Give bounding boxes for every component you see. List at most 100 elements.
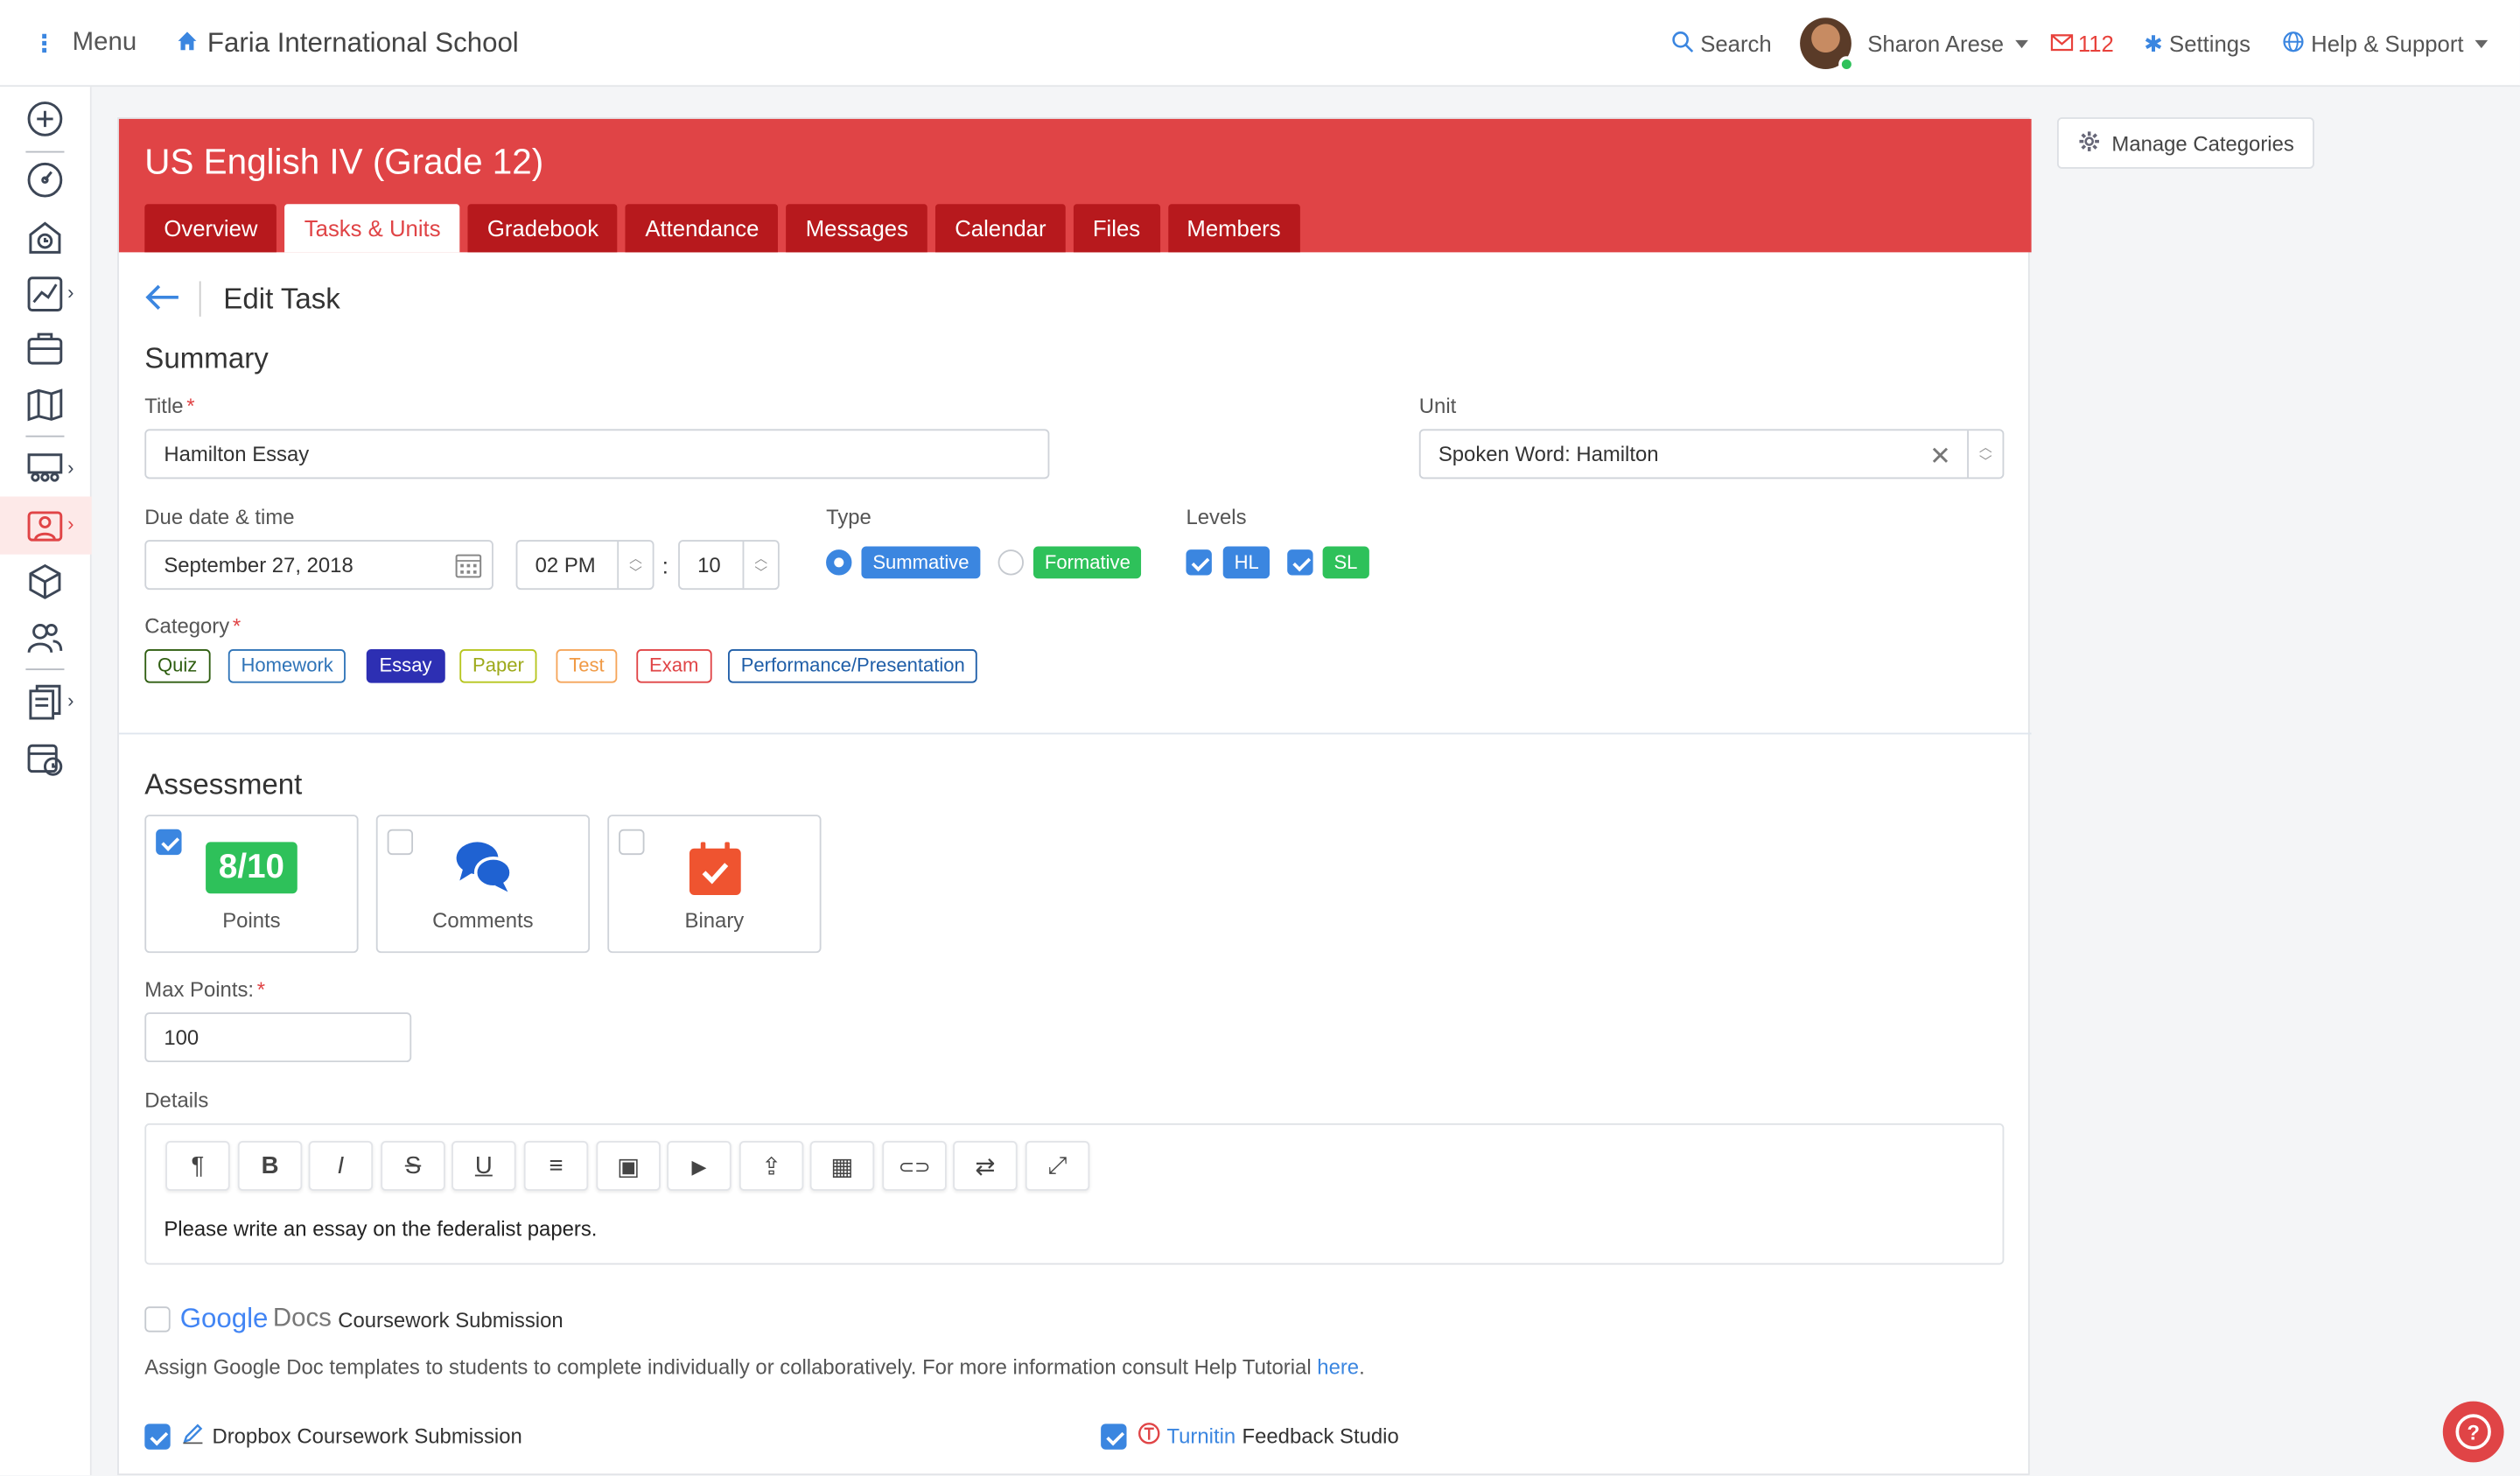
help-link[interactable]: here [1317,1354,1359,1379]
manage-categories-button[interactable]: Manage Categories [2056,117,2315,169]
back-arrow-icon[interactable] [144,280,179,318]
details-text[interactable]: Please write an essay on the federalist … [164,1216,597,1241]
points-checkbox[interactable] [156,829,182,856]
search-button[interactable]: Search [1671,0,1772,87]
course-title: US English IV (Grade 12) [144,141,544,182]
gear-icon [2078,129,2101,157]
binary-calendar-check-icon [688,842,742,905]
clear-icon[interactable]: ✕ [1929,440,1951,472]
dropbox-checkbox[interactable] [144,1423,171,1449]
level-sl-pill[interactable]: SL [1322,546,1369,579]
category-label: Category * [144,613,242,639]
table-icon[interactable]: ▦ [809,1141,875,1191]
bold-icon[interactable]: B [237,1141,303,1191]
unit-label: Unit [1418,393,1457,418]
box-icon[interactable] [25,563,64,601]
fullscreen-icon[interactable]: ⤢ [1025,1141,1090,1191]
classes-icon[interactable] [25,450,64,488]
dashboard-icon[interactable] [25,161,64,199]
turnitin-label: Feedback Studio [1242,1424,1399,1448]
tab-members[interactable]: Members [1167,204,1300,253]
video-icon[interactable]: ▶ [667,1141,732,1191]
level-hl-checkbox[interactable] [1186,549,1212,576]
level-hl-pill[interactable]: HL [1222,546,1270,579]
comments-checkbox[interactable] [387,829,414,856]
tab-tasks-units[interactable]: Tasks & Units [284,204,460,253]
image-icon[interactable]: ▣ [596,1141,661,1191]
category-quiz[interactable]: Quiz [144,649,211,683]
side-nav: › › › › [0,87,92,1476]
google-docs-checkbox[interactable] [144,1306,171,1333]
briefcase-icon[interactable] [25,330,64,368]
category-exam[interactable]: Exam [636,649,712,683]
paragraph-icon[interactable]: ¶ [165,1141,230,1191]
due-date-input[interactable]: September 27, 2018 [144,540,494,591]
teacher-icon[interactable] [25,507,64,545]
tab-attendance[interactable]: Attendance [626,204,779,253]
assessment-points-tile[interactable]: 8/10 Points [144,815,359,954]
tab-messages[interactable]: Messages [786,204,928,253]
link-icon[interactable]: ⊂⊃ [882,1141,947,1191]
help-support-menu[interactable]: Help & Support [2282,0,2488,87]
reports-icon[interactable] [25,683,64,722]
select-arrows-icon[interactable]: ︿ ﹀ [1967,430,2002,478]
hour-stepper[interactable]: 02 PM ︿ ﹀ [515,540,654,591]
category-essay[interactable]: Essay [366,649,445,683]
comments-icon [455,839,513,902]
unit-select[interactable]: Spoken Word: Hamilton ✕ ︿ ﹀ [1418,429,2005,479]
chevron-right-icon[interactable]: › [67,457,74,479]
type-formative-radio[interactable] [998,549,1024,576]
level-sl-checkbox[interactable] [1287,549,1313,576]
binary-checkbox[interactable] [619,829,645,856]
details-label: Details [144,1088,209,1112]
strikethrough-icon[interactable]: S [381,1141,445,1191]
title-input[interactable]: Hamilton Essay [144,429,1050,479]
calendar-icon[interactable] [25,739,64,778]
assessment-comments-tile[interactable]: Comments [375,815,591,954]
turnitin-link[interactable]: Turnitin [1166,1424,1236,1448]
people-icon[interactable] [25,619,64,657]
help-floating-button[interactable]: ? [2442,1401,2504,1463]
school-link[interactable]: Faria International School [177,0,519,87]
type-summative-pill[interactable]: Summative [861,546,981,579]
category-performance-presentation[interactable]: Performance/Presentation [728,649,978,683]
messages-button[interactable]: 112 [2050,0,2114,87]
tab-overview[interactable]: Overview [144,204,277,253]
points-badge: 8/10 [206,842,298,894]
user-menu[interactable]: Sharon Arese [1800,0,2028,87]
category-homework[interactable]: Homework [228,649,346,683]
tab-calendar[interactable]: Calendar [935,204,1066,253]
stepper-arrows-icon[interactable]: ︿ ﹀ [617,541,652,589]
chevron-right-icon[interactable]: › [67,513,74,535]
chevron-right-icon[interactable]: › [67,281,74,304]
upload-icon[interactable]: ⇪ [738,1141,804,1191]
home-icon [177,27,198,59]
swap-icon[interactable]: ⇄ [953,1141,1018,1191]
map-icon[interactable] [25,386,64,424]
tab-files[interactable]: Files [1073,204,1160,253]
tab-gradebook[interactable]: Gradebook [467,204,619,253]
chevron-down-icon [2014,38,2028,48]
list-icon[interactable]: ≡ [523,1141,589,1191]
type-summative-radio[interactable] [826,549,852,576]
settings-button[interactable]: ✱ Settings [2144,0,2250,87]
category-test[interactable]: Test [556,649,618,683]
italic-icon[interactable]: I [308,1141,374,1191]
underline-icon[interactable]: U [452,1141,516,1191]
assessment-binary-tile[interactable]: Binary [607,815,822,954]
category-paper[interactable]: Paper [459,649,537,683]
header-divider [199,281,201,317]
type-formative-pill[interactable]: Formative [1032,546,1142,579]
chevron-right-icon[interactable]: › [67,689,74,712]
minute-stepper[interactable]: 10 ︿ ﹀ [678,540,780,591]
menu-button[interactable]: ⋮ Menu [32,0,136,87]
details-editor[interactable]: ¶ B I S U ≡ ▣ ▶ ⇪ ▦ ⊂⊃ ⇄ ⤢ Please write … [144,1123,2005,1265]
add-icon[interactable] [25,100,64,138]
school-icon[interactable] [25,219,64,257]
stepper-arrows-icon[interactable]: ︿ ﹀ [742,541,778,589]
edit-header: Edit Task [144,280,340,318]
max-points-input[interactable]: 100 [144,1012,412,1063]
calendar-icon[interactable] [455,551,482,578]
turnitin-checkbox[interactable] [1101,1423,1127,1449]
analytics-icon[interactable] [25,275,64,313]
